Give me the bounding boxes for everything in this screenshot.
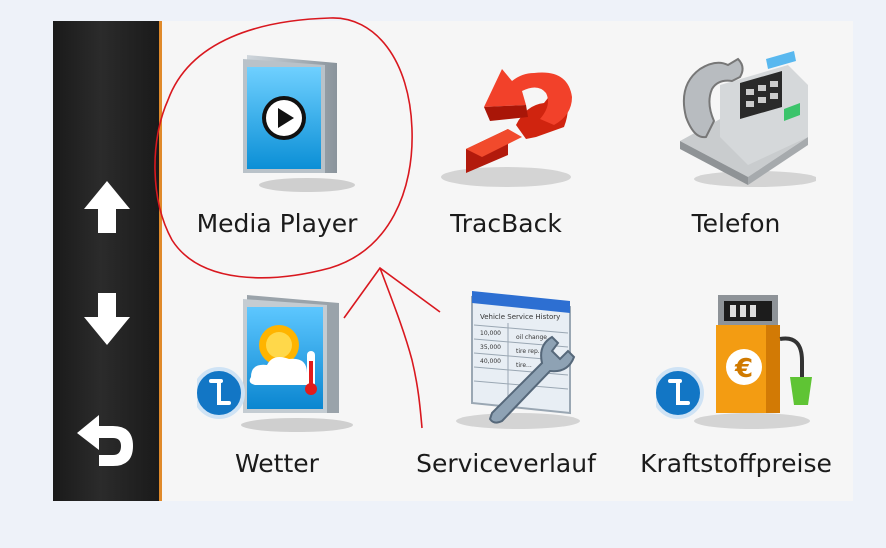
service-cell: oil change [516, 334, 547, 341]
arrow-up-icon [84, 181, 130, 233]
app-tile-telefon[interactable]: Telefon [631, 37, 841, 257]
service-card-title: Vehicle Service History [480, 313, 560, 321]
tracback-icon [441, 69, 572, 187]
service-cell: 10,000 [480, 330, 501, 337]
scroll-up-button[interactable] [75, 175, 139, 239]
app-label: Telefon [691, 209, 781, 238]
app-label: Wetter [235, 449, 319, 478]
back-button[interactable] [75, 409, 139, 473]
service-cell: 40,000 [480, 358, 501, 365]
service-cell: 35,000 [480, 344, 501, 351]
sidebar [53, 21, 159, 501]
service-cell: tire... [516, 362, 532, 369]
app-label: Kraftstoffpreise [640, 449, 832, 478]
app-tile-tracback[interactable]: TracBack [401, 37, 611, 257]
scroll-down-button[interactable] [75, 287, 139, 351]
back-arrow-icon [77, 415, 133, 466]
app-tile-media-player[interactable]: Media Player [172, 37, 382, 257]
app-label: Media Player [196, 209, 358, 238]
sidebar-edge [159, 21, 162, 501]
telephone-icon [680, 51, 816, 187]
weather-icon [197, 295, 353, 432]
euro-sign-icon: € [734, 354, 753, 384]
device-screen: Media Player TracBack Telefon Wetter Veh… [53, 21, 853, 501]
app-tile-wetter[interactable]: Wetter [172, 277, 382, 497]
media-player-icon [243, 55, 355, 192]
service-cell: tire rep... [516, 348, 544, 355]
app-label: Serviceverlauf [416, 449, 596, 478]
app-label: TracBack [450, 209, 562, 238]
app-tile-kraftstoffpreise[interactable]: € Kraftstoffpreise [631, 277, 841, 497]
arrow-down-icon [84, 293, 130, 345]
service-history-icon: Vehicle Service History 10,000 oil chang… [456, 291, 580, 429]
app-tile-serviceverlauf[interactable]: Vehicle Service History 10,000 oil chang… [401, 277, 611, 497]
fuel-prices-icon: € [656, 295, 812, 429]
